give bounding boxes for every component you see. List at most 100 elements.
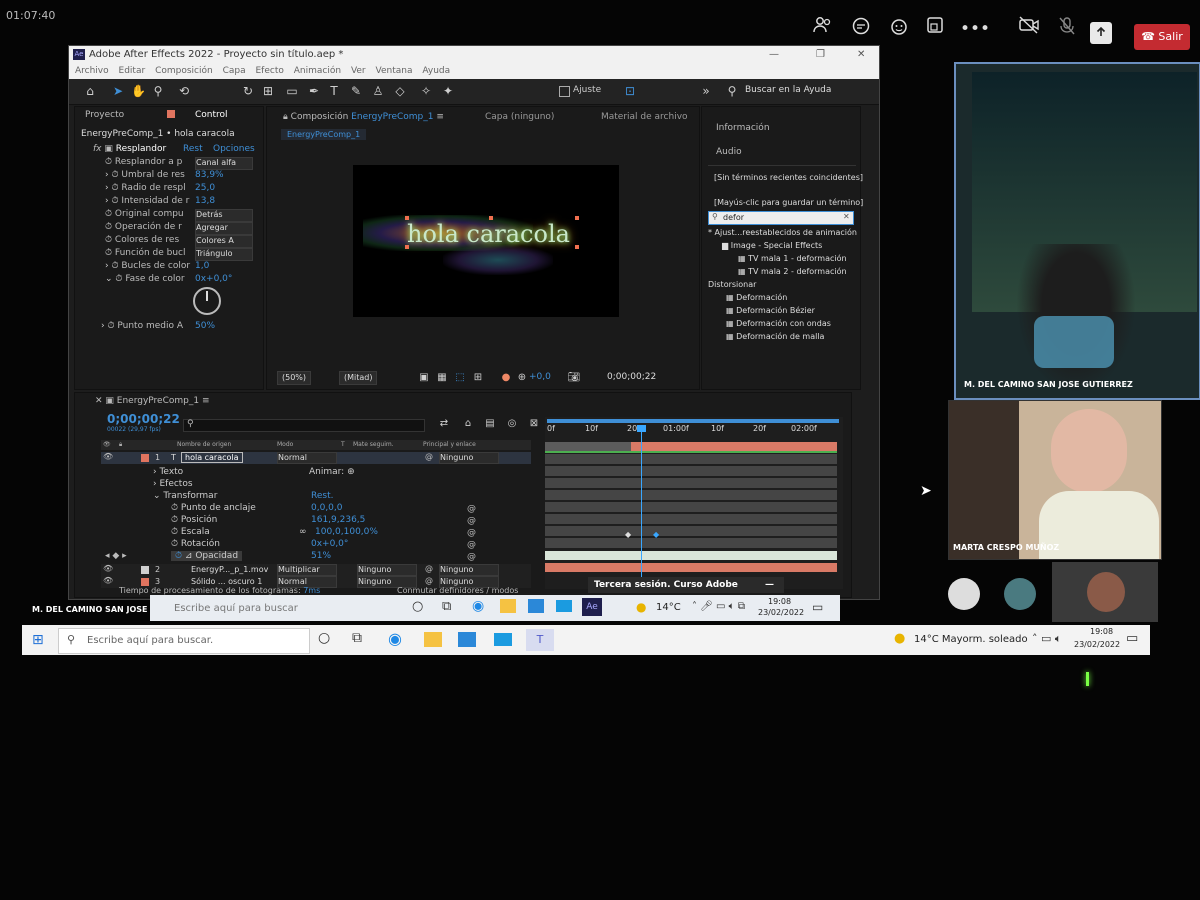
menu-animacion[interactable]: Animación — [294, 66, 341, 76]
transform-prop-value[interactable]: 100,0,100,0% — [315, 527, 378, 537]
layer-name[interactable]: EnergyP..._p_1.mov — [191, 565, 268, 574]
comp-viewer[interactable]: hola caracola — [353, 165, 619, 317]
stopwatch-active-icon[interactable]: ⏱ — [175, 551, 182, 561]
tab-proyecto[interactable]: Proyecto — [85, 110, 124, 120]
draft-3d-icon[interactable]: ⌂ — [461, 417, 475, 431]
time-ruler[interactable]: 0f 10f 20f 01:00f 10f 20f 02:00f — [545, 424, 841, 436]
file-explorer-icon[interactable] — [500, 599, 516, 613]
col-source-name[interactable]: Nombre de origen — [177, 441, 231, 448]
region-of-interest-icon[interactable]: ▣ — [417, 371, 431, 385]
tree-item[interactable]: ▦ TV mala 1 - deformación — [738, 254, 847, 263]
menu-ayuda[interactable]: Ayuda — [422, 66, 450, 76]
notification-icon[interactable]: ▭ — [812, 600, 823, 614]
edge-icon[interactable]: ◉ — [388, 629, 402, 648]
prop-dropdown[interactable]: Detrás — [195, 209, 253, 222]
layer-name[interactable]: hola caracola — [181, 452, 243, 463]
stamp-tool-icon[interactable]: ♙ — [371, 84, 385, 98]
layer-bar-1[interactable] — [545, 442, 837, 453]
tree-item[interactable]: Distorsionar — [708, 280, 756, 289]
grid-icon[interactable]: ⊞ — [471, 371, 485, 385]
layer-bar-2[interactable] — [545, 551, 837, 560]
pickwhip-icon[interactable]: @ — [425, 576, 433, 585]
audio-panel-tab[interactable]: Audio — [716, 147, 742, 157]
constrain-proportions-icon[interactable]: ∞ — [299, 527, 307, 537]
close-icon[interactable]: ✕ — [857, 46, 865, 63]
stopwatch-icon[interactable]: ⏱ — [107, 321, 114, 331]
timeline-search-input[interactable]: ⚲ — [183, 419, 425, 432]
layer-row[interactable]: 👁︎ 1 T hola caracola Normal @ Ninguno — [101, 452, 531, 464]
prop-value[interactable]: 0x+0,0° — [195, 274, 232, 284]
windows-start-icon[interactable]: ⊞ — [32, 632, 44, 648]
bbox-handle[interactable] — [405, 216, 409, 220]
weather-text[interactable]: 14°C Mayorm. soleado — [914, 634, 1028, 645]
prop-value[interactable]: 25,0 — [195, 183, 215, 193]
file-explorer-icon[interactable] — [424, 632, 442, 647]
notification-center-icon[interactable]: ▭ — [1126, 631, 1138, 646]
tree-item[interactable]: ▆ Image - Special Effects — [722, 241, 822, 250]
motion-blur-icon[interactable]: ◎ — [505, 417, 519, 431]
system-tray-icons[interactable]: ˄ ▭ 🔈︎ — [1032, 632, 1062, 646]
stopwatch-icon[interactable]: ⏱ — [111, 196, 118, 206]
brush-tool-icon[interactable]: ✎ — [349, 84, 363, 98]
share-tray-icon[interactable] — [922, 16, 948, 42]
avatar[interactable] — [1004, 578, 1036, 610]
eye-icon[interactable]: 👁︎ — [103, 452, 113, 461]
menu-editar[interactable]: Editar — [119, 66, 146, 76]
anchor-tool-icon[interactable]: ⊞ — [261, 84, 275, 98]
tray-icons[interactable]: ˄ 🎤︎ ▭ 🔈︎ ⧉ — [692, 601, 745, 612]
layer-bar-3[interactable] — [545, 563, 837, 572]
col-t[interactable]: T — [341, 441, 345, 448]
menu-composicion[interactable]: Composición — [155, 66, 213, 76]
menu-efecto[interactable]: Efecto — [255, 66, 283, 76]
stopwatch-icon[interactable]: ⏱ — [111, 170, 118, 180]
col-mode[interactable]: Modo — [277, 441, 293, 448]
eraser-tool-icon[interactable]: ◇ — [393, 84, 407, 98]
task-view-icon[interactable]: ⧉ — [442, 599, 451, 614]
keyframe-navigator[interactable]: ◂ ◆ ▸ — [105, 551, 127, 561]
after-effects-taskbar-icon[interactable]: Ae — [582, 598, 602, 616]
resolution-dropdown[interactable]: (Mitad) — [339, 371, 378, 385]
stopwatch-icon[interactable]: ⏱ — [171, 527, 178, 537]
tree-item[interactable]: ▦ Deformación con ondas — [726, 319, 831, 328]
keyframe-diamond[interactable]: ◆ — [653, 530, 659, 539]
participant-video-tile[interactable] — [1052, 562, 1158, 622]
bbox-handle[interactable] — [575, 216, 579, 220]
stopwatch-icon[interactable]: ⏱ — [111, 183, 118, 193]
participant-video-tile[interactable]: MARTA CRESPO MUÑOZ — [948, 400, 1162, 560]
prop-value[interactable]: 13,8 — [195, 196, 215, 206]
more-icon[interactable]: ••• — [960, 16, 990, 42]
viewer-text[interactable]: hola caracola — [407, 220, 570, 248]
task-view-icon[interactable]: ⧉ — [352, 630, 362, 646]
teams-icon[interactable]: T — [526, 629, 554, 651]
transform-prop-value[interactable]: 161,9,236,5 — [311, 515, 365, 525]
pen-tool-icon[interactable]: ✒ — [307, 84, 321, 98]
hand-tool-icon[interactable]: ✋ — [131, 84, 146, 98]
frame-blending-icon[interactable]: ▤ — [483, 417, 497, 431]
bbox-handle[interactable] — [405, 245, 409, 249]
layer-parent-dropdown[interactable]: Ninguno — [439, 452, 499, 464]
effect-reset-link[interactable]: Rest — [183, 144, 203, 154]
graph-icon[interactable]: ⊿ — [185, 551, 193, 561]
menu-ver[interactable]: Ver — [351, 66, 366, 76]
menu-ventana[interactable]: Ventana — [376, 66, 413, 76]
rectangle-tool-icon[interactable]: ▭ — [285, 84, 299, 98]
snap-icon[interactable]: ⊡ — [623, 84, 637, 98]
tree-item[interactable]: ▦ Deformación Bézier — [726, 306, 815, 315]
effects-search-field[interactable]: ⚲ defor ✕ — [708, 211, 854, 225]
edge-icon[interactable]: ◉ — [472, 598, 484, 614]
stopwatch-icon[interactable]: ⏱ — [115, 274, 122, 284]
pickwhip-icon[interactable]: @ — [425, 452, 433, 461]
mail-icon[interactable] — [494, 633, 512, 646]
transform-prop-value[interactable]: 51% — [311, 551, 331, 561]
transform-prop-value[interactable]: 0x+0,0° — [311, 539, 348, 549]
group-text[interactable]: › Texto — [153, 467, 183, 477]
tree-item[interactable]: ▦ Deformación — [726, 293, 787, 302]
prop-value[interactable]: 83,9% — [195, 170, 224, 180]
color-channel-icon[interactable]: ● — [499, 371, 513, 385]
chat-icon[interactable] — [848, 16, 874, 42]
tree-item[interactable]: ▦ Deformación de malla — [726, 332, 824, 341]
comp-timecode[interactable]: 0;00;00;22 — [607, 372, 656, 382]
timeline-tab[interactable]: ✕ ▣ EnergyPreComp_1 ≡ — [95, 396, 210, 406]
roto-brush-icon[interactable]: ✧ — [419, 84, 433, 98]
tab-layer[interactable]: Capa (ninguno) — [485, 112, 554, 122]
